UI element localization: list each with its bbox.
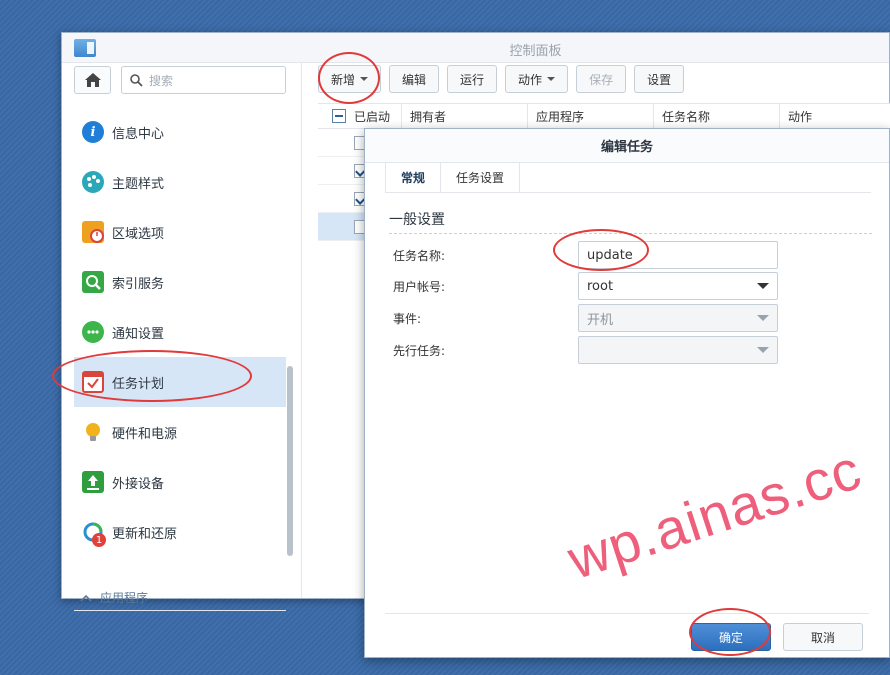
search-placeholder: 搜索 xyxy=(149,73,174,88)
new-button[interactable]: 新增 xyxy=(318,65,382,93)
sidebar-item-notification[interactable]: 通知设置 xyxy=(74,307,286,357)
save-label: 保存 xyxy=(589,72,614,87)
user-value: root xyxy=(587,278,614,294)
chevron-up-icon xyxy=(80,594,92,602)
palette-icon xyxy=(82,171,104,193)
dropdown-arrow-icon xyxy=(757,283,769,289)
sidebar-item-info-center[interactable]: i 信息中心 xyxy=(74,107,286,157)
lightbulb-icon xyxy=(82,421,104,443)
sidebar-nav: i 信息中心 主题样式 区域选项 索引服务 通知设置 任务计划 硬件和电源 外接… xyxy=(74,107,286,557)
sidebar-item-region[interactable]: 区域选项 xyxy=(74,207,286,257)
task-name-input[interactable]: update xyxy=(578,241,778,269)
chat-bubble-icon xyxy=(82,321,104,343)
sidebar-item-label: 硬件和电源 xyxy=(112,426,178,442)
window-title: 控制面板 xyxy=(509,44,562,59)
section-title: 一般设置 xyxy=(389,209,872,234)
column-enabled[interactable]: 已启动 xyxy=(318,104,402,128)
settings-button[interactable]: 设置 xyxy=(634,65,685,93)
sidebar-section-applications[interactable]: 应用程序 xyxy=(74,585,286,611)
event-select[interactable]: 开机 xyxy=(578,304,778,332)
home-icon xyxy=(84,73,101,87)
sidebar-item-hardware-power[interactable]: 硬件和电源 xyxy=(74,407,286,457)
sidebar-item-label: 主题样式 xyxy=(112,176,165,192)
sidebar-item-label: 区域选项 xyxy=(112,226,165,242)
dropdown-arrow-icon xyxy=(757,315,769,321)
tab-task-settings[interactable]: 任务设置 xyxy=(441,163,521,192)
user-select[interactable]: root xyxy=(578,272,778,300)
column-owner[interactable]: 拥有者 xyxy=(402,104,528,128)
ok-button[interactable]: 确定 xyxy=(691,623,771,651)
settings-label: 设置 xyxy=(647,72,672,87)
index-search-icon xyxy=(82,271,104,293)
sidebar-item-label: 任务计划 xyxy=(112,376,165,392)
run-label: 运行 xyxy=(460,72,485,87)
sidebar-item-update-restore[interactable]: 1 更新和还原 xyxy=(74,507,286,557)
sidebar-item-label: 索引服务 xyxy=(112,276,165,292)
task-name-value: update xyxy=(587,247,633,263)
edit-button[interactable]: 编辑 xyxy=(389,65,440,93)
column-application[interactable]: 应用程序 xyxy=(528,104,654,128)
dialog-title: 编辑任务 xyxy=(365,129,889,163)
task-name-row: 任务名称: update xyxy=(393,241,873,269)
sidebar: 搜索 i 信息中心 主题样式 区域选项 索引服务 通知设置 任务计划 硬件和电源… xyxy=(62,63,302,611)
update-icon: 1 xyxy=(82,521,106,547)
section-label: 应用程序 xyxy=(100,591,149,605)
column-label: 已启动 xyxy=(354,109,391,124)
sidebar-item-label: 更新和还原 xyxy=(112,526,178,542)
title-bar[interactable]: 控制面板 xyxy=(62,33,889,63)
sidebar-item-theme[interactable]: 主题样式 xyxy=(74,157,286,207)
column-action[interactable]: 动作 xyxy=(780,104,890,128)
sidebar-scrollbar[interactable] xyxy=(287,366,293,556)
column-label: 动作 xyxy=(788,109,813,124)
upload-icon xyxy=(82,471,104,493)
edit-task-dialog: 编辑任务 常规 任务设置 一般设置 任务名称: update 用户帐号: roo… xyxy=(364,128,890,658)
sidebar-item-task-scheduler[interactable]: 任务计划 xyxy=(74,357,286,407)
select-all-checkbox[interactable] xyxy=(332,109,346,123)
sidebar-item-label: 通知设置 xyxy=(112,326,165,342)
pre-task-select[interactable] xyxy=(578,336,778,364)
column-label: 任务名称 xyxy=(662,109,711,124)
run-button[interactable]: 运行 xyxy=(447,65,498,93)
toolbar: 新增 编辑 运行 动作 保存 设置 xyxy=(318,65,685,95)
column-label: 应用程序 xyxy=(536,109,585,124)
task-name-label: 任务名称: xyxy=(393,248,446,263)
grid-header: 已启动 拥有者 应用程序 任务名称 动作 xyxy=(318,103,890,129)
event-label: 事件: xyxy=(393,311,422,326)
tab-general[interactable]: 常规 xyxy=(385,163,442,192)
sidebar-item-external-devices[interactable]: 外接设备 xyxy=(74,457,286,507)
pre-task-row: 先行任务: xyxy=(393,336,873,364)
column-task-name[interactable]: 任务名称 xyxy=(654,104,780,128)
dialog-tabs: 常规 任务设置 xyxy=(385,163,871,193)
caret-down-icon xyxy=(547,77,556,81)
dropdown-arrow-icon xyxy=(757,347,769,353)
region-clock-icon xyxy=(82,221,104,243)
edit-label: 编辑 xyxy=(402,72,427,87)
save-button[interactable]: 保存 xyxy=(576,65,627,93)
update-badge: 1 xyxy=(92,533,106,547)
event-row: 事件: 开机 xyxy=(393,304,873,332)
sidebar-item-label: 信息中心 xyxy=(112,126,165,142)
event-value: 开机 xyxy=(587,312,614,328)
action-button[interactable]: 动作 xyxy=(505,65,569,93)
search-icon xyxy=(130,73,143,87)
action-label: 动作 xyxy=(518,72,543,87)
user-label: 用户帐号: xyxy=(393,279,446,294)
info-icon: i xyxy=(82,121,104,143)
sidebar-item-indexing[interactable]: 索引服务 xyxy=(74,257,286,307)
column-label: 拥有者 xyxy=(410,109,447,124)
cancel-button[interactable]: 取消 xyxy=(783,623,863,651)
home-button[interactable] xyxy=(74,66,111,94)
user-row: 用户帐号: root xyxy=(393,272,873,300)
pre-task-label: 先行任务: xyxy=(393,343,446,358)
search-input[interactable]: 搜索 xyxy=(121,66,286,94)
sidebar-item-label: 外接设备 xyxy=(112,476,165,492)
new-label: 新增 xyxy=(331,72,356,87)
caret-down-icon xyxy=(360,77,369,81)
dialog-footer-divider xyxy=(385,613,869,614)
calendar-check-icon xyxy=(82,371,104,393)
